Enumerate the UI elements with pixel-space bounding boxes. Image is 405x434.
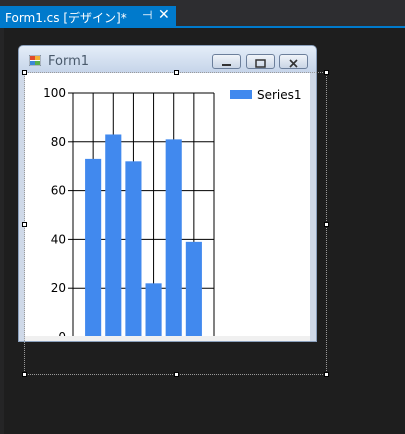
close-icon[interactable]: ✕ xyxy=(158,7,170,23)
tab-form1-designer[interactable]: Form1.cs [デザイン]* ⊣ ✕ xyxy=(0,6,176,28)
minimize-icon xyxy=(222,64,231,66)
resize-handle-bottom-left[interactable] xyxy=(22,372,27,377)
close-icon xyxy=(289,59,298,68)
resize-handle-bottom[interactable] xyxy=(174,372,179,377)
pin-icon[interactable]: ⊣ xyxy=(142,8,152,22)
resize-handle-bottom-right[interactable] xyxy=(324,372,329,377)
resize-handle-left[interactable] xyxy=(22,222,27,227)
resize-handle-top-right[interactable] xyxy=(324,70,329,75)
close-button[interactable] xyxy=(279,54,308,69)
form-title: Form1 xyxy=(48,54,90,69)
resize-handle-top[interactable] xyxy=(174,70,179,75)
resize-handle-right[interactable] xyxy=(324,222,329,227)
maximize-button[interactable] xyxy=(246,54,275,69)
form-app-icon xyxy=(29,55,41,66)
maximize-icon xyxy=(255,59,266,68)
resize-handle-top-left[interactable] xyxy=(22,70,27,75)
chart-selection-frame[interactable] xyxy=(22,70,329,377)
minimize-button[interactable] xyxy=(212,54,241,69)
form-title-bar[interactable]: Form1 xyxy=(19,46,316,73)
tab-title: Form1.cs [デザイン]* xyxy=(5,11,127,25)
